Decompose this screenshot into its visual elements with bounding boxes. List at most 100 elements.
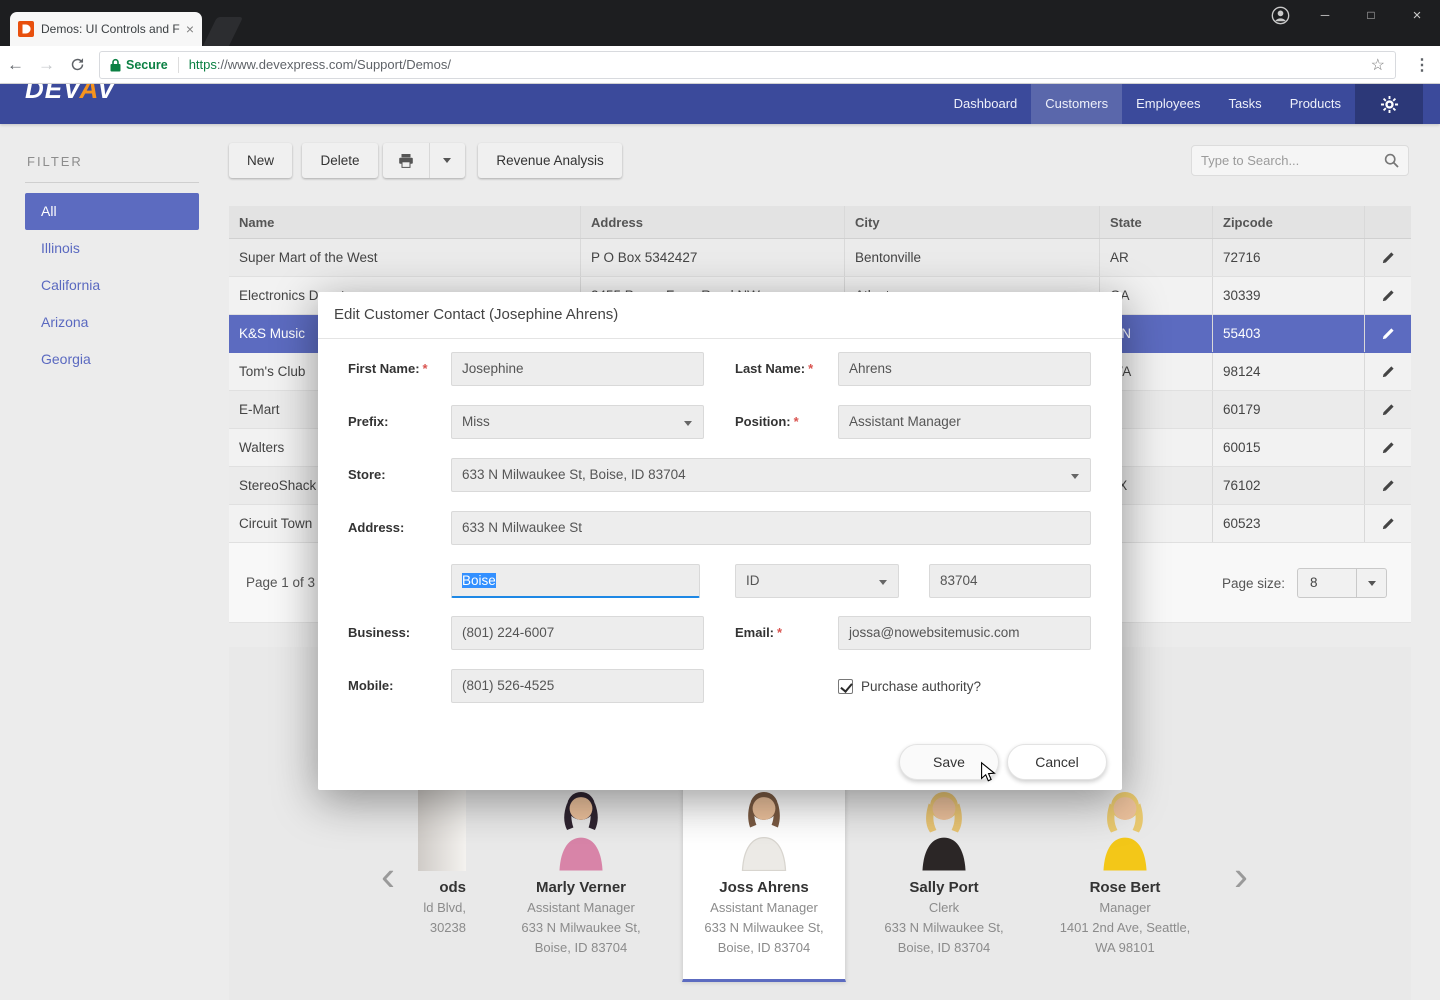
employee-card[interactable]: Rose Bert Manager 1401 2nd Ave, Seattle,… (1043, 787, 1207, 958)
nav-customers[interactable]: Customers (1031, 84, 1122, 124)
prefix-select[interactable]: Miss (451, 405, 704, 439)
forward-icon[interactable]: → (31, 55, 62, 75)
column-header-name[interactable]: Name (229, 206, 581, 238)
employee-name: Sally Port (862, 878, 1026, 898)
print-dropdown-button[interactable] (429, 143, 465, 178)
browser-titlebar: Demos: UI Controls and F × ─ □ × (0, 0, 1440, 46)
new-button[interactable]: New (229, 143, 292, 178)
employee-card-selected[interactable]: Joss Ahrens Assistant Manager 633 N Milw… (682, 786, 846, 982)
sidebar-item-georgia[interactable]: Georgia (25, 341, 199, 378)
search-input[interactable] (1201, 153, 1384, 168)
url-scheme: https (189, 57, 217, 72)
last-name-input[interactable]: Ahrens (838, 352, 1091, 386)
sidebar-item-illinois[interactable]: Illinois (25, 230, 199, 267)
nav-products[interactable]: Products (1276, 84, 1355, 124)
prefix-label: Prefix: (348, 405, 388, 439)
maximize-button[interactable]: □ (1348, 0, 1394, 31)
cancel-button[interactable]: Cancel (1007, 744, 1107, 780)
zipcode-input[interactable]: 83704 (929, 564, 1091, 598)
secure-label: Secure (126, 58, 168, 72)
nav-dashboard[interactable]: Dashboard (940, 84, 1032, 124)
column-header-state[interactable]: State (1100, 206, 1213, 238)
filter-title: FILTER (25, 140, 199, 183)
tab-close-icon[interactable]: × (186, 22, 194, 36)
carousel-prev-button[interactable]: ‹ (381, 855, 395, 897)
state-select[interactable]: ID (735, 564, 899, 598)
window-controls: ─ □ × (1258, 0, 1440, 31)
browser-tab[interactable]: Demos: UI Controls and F × (10, 12, 202, 46)
gear-icon (1380, 95, 1399, 114)
address-field[interactable]: Secure https://www.devexpress.com/Suppor… (99, 51, 1396, 79)
edit-row-button[interactable] (1365, 315, 1411, 352)
business-phone-input[interactable]: (801) 224-6007 (451, 616, 704, 650)
purchase-authority-checkbox[interactable]: Purchase authority? (838, 669, 981, 703)
employee-card[interactable]: Marly Verner Assistant Manager 633 N Mil… (499, 787, 663, 958)
cell-city: Bentonville (845, 239, 1100, 276)
email-label: Email:* (735, 616, 782, 650)
employee-photo (1043, 787, 1207, 871)
sidebar-item-arizona[interactable]: Arizona (25, 304, 199, 341)
column-header-zipcode[interactable]: Zipcode (1213, 206, 1365, 238)
pencil-icon (1381, 289, 1395, 303)
purchase-authority-label: Purchase authority? (861, 679, 981, 694)
edit-row-button[interactable] (1365, 505, 1411, 542)
tab-title: Demos: UI Controls and F (41, 22, 180, 36)
pencil-icon (1381, 327, 1395, 341)
page-size-select[interactable]: 8 (1297, 568, 1387, 598)
revenue-analysis-button[interactable]: Revenue Analysis (478, 143, 621, 178)
checkbox-checked-icon[interactable] (838, 679, 853, 694)
new-tab-button[interactable] (203, 17, 243, 46)
column-header-city[interactable]: City (845, 206, 1100, 238)
edit-row-button[interactable] (1365, 429, 1411, 466)
employee-card[interactable]: Sally Port Clerk 633 N Milwaukee St, Boi… (862, 787, 1026, 958)
caret-down-icon (1368, 581, 1376, 586)
cell-state: AR (1100, 239, 1213, 276)
logo-part2: A (80, 84, 98, 104)
employee-name: Marly Verner (499, 878, 663, 898)
position-input[interactable]: Assistant Manager (838, 405, 1091, 439)
city-input[interactable]: Boise (451, 564, 700, 598)
employee-photo (499, 787, 663, 871)
cell-address: P O Box 5342427 (581, 239, 845, 276)
edit-row-button[interactable] (1365, 239, 1411, 276)
settings-button[interactable] (1355, 84, 1423, 124)
sidebar-item-all[interactable]: All (25, 193, 199, 230)
secure-chip[interactable]: Secure (110, 58, 168, 72)
nav-employees[interactable]: Employees (1122, 84, 1214, 124)
sidebar-item-california[interactable]: California (25, 267, 199, 304)
email-input[interactable]: jossa@nowebsitemusic.com (838, 616, 1091, 650)
store-select[interactable]: 633 N Milwaukee St, Boise, ID 83704 (451, 458, 1091, 492)
refresh-icon[interactable] (62, 55, 93, 75)
browser-window: Demos: UI Controls and F × ─ □ × ← → (0, 0, 1440, 1000)
first-name-input[interactable]: Josephine (451, 352, 704, 386)
selected-text: Boise (462, 573, 496, 588)
edit-row-button[interactable] (1365, 353, 1411, 390)
delete-button[interactable]: Delete (302, 143, 377, 178)
back-icon[interactable]: ← (0, 55, 31, 75)
table-row[interactable]: Super Mart of the West P O Box 5342427 B… (229, 239, 1411, 277)
column-header-address[interactable]: Address (581, 206, 845, 238)
print-button[interactable] (383, 143, 429, 178)
edit-row-button[interactable] (1365, 277, 1411, 314)
mobile-phone-input[interactable]: (801) 526-4525 (451, 669, 704, 703)
bookmark-star-icon[interactable]: ☆ (1371, 55, 1385, 75)
employee-card-partial[interactable]: ods ld Blvd, 30238 (418, 787, 466, 938)
browser-menu-icon[interactable]: ⋮ (1404, 55, 1440, 75)
nav-tasks[interactable]: Tasks (1214, 84, 1275, 124)
search-box[interactable] (1191, 145, 1409, 176)
edit-row-button[interactable] (1365, 391, 1411, 428)
edit-row-button[interactable] (1365, 467, 1411, 504)
close-window-button[interactable]: × (1394, 0, 1440, 31)
address-input[interactable]: 633 N Milwaukee St (451, 511, 1091, 545)
minimize-button[interactable]: ─ (1302, 0, 1348, 31)
carousel-next-button[interactable]: › (1234, 855, 1248, 897)
employee-name: ods (418, 878, 466, 898)
employee-position: Assistant Manager (499, 898, 663, 918)
search-icon[interactable] (1384, 153, 1399, 168)
first-name-label: First Name:* (348, 352, 428, 386)
employee-address-line2: Boise, ID 83704 (862, 938, 1026, 958)
profile-icon[interactable] (1258, 6, 1302, 25)
page-size-value: 8 (1298, 569, 1356, 597)
employee-name: Joss Ahrens (683, 878, 845, 898)
address-label: Address: (348, 511, 404, 545)
